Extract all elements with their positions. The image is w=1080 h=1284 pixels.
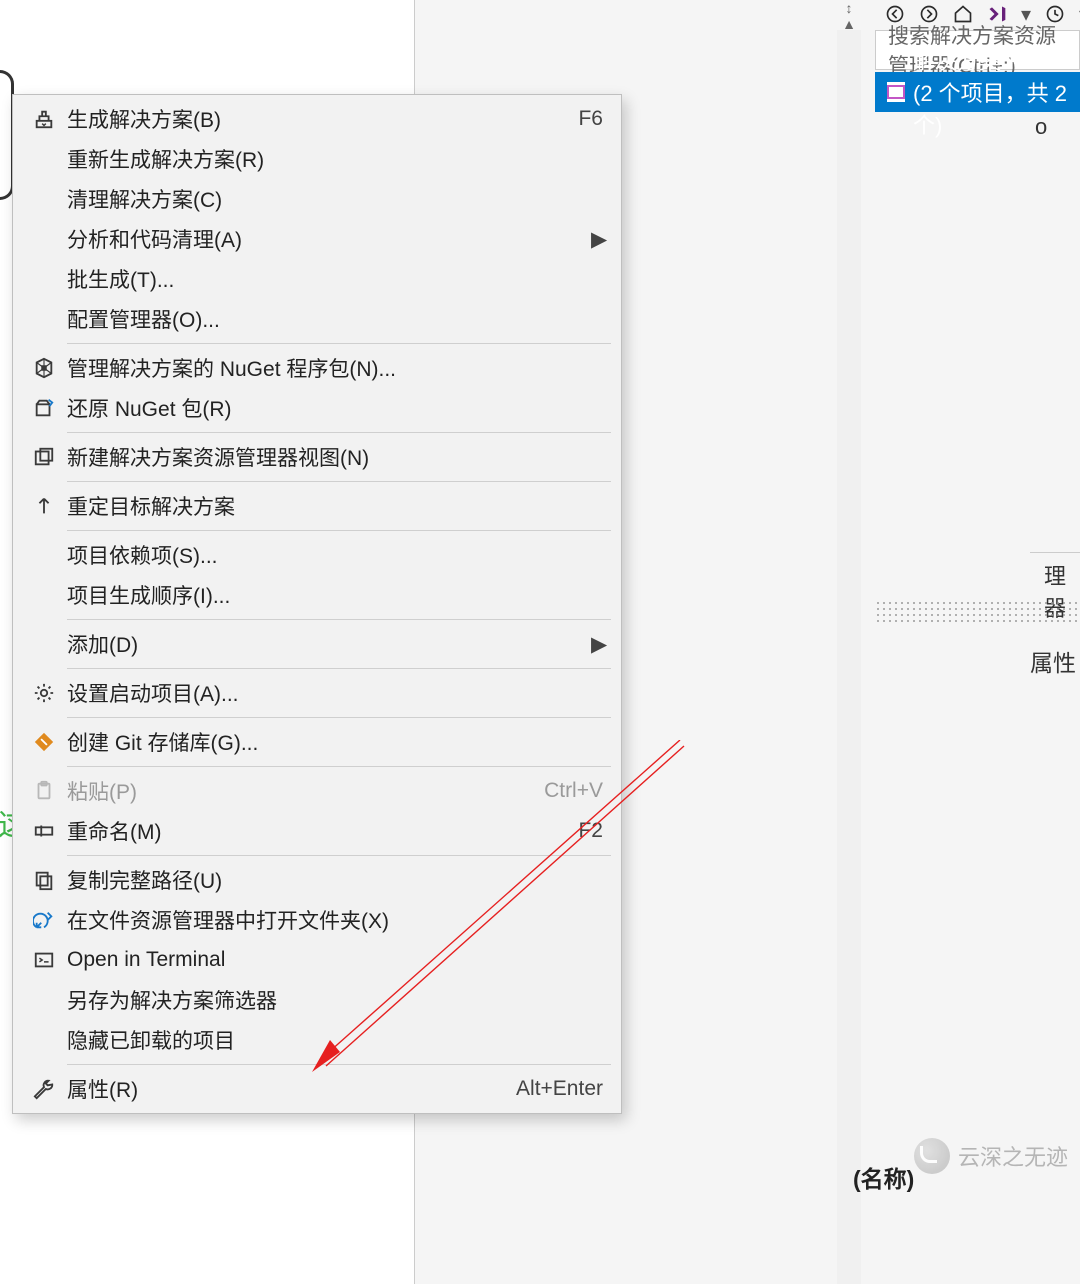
properties-header: 属性 (1030, 644, 1076, 678)
menu-separator (67, 668, 611, 669)
menu-item-4[interactable]: 批生成(T)... (13, 259, 621, 299)
menu-item-label: 粘贴(P) (67, 776, 524, 806)
menu-item-label: 新建解决方案资源管理器视图(N) (67, 442, 603, 472)
menu-item-label: 项目依赖项(S)... (67, 540, 603, 570)
menu-item-label: 设置启动项目(A)... (67, 678, 603, 708)
watermark: 云深之无迹 (914, 1138, 1068, 1174)
menu-item-label: 重新生成解决方案(R) (67, 144, 603, 174)
menu-item-19[interactable]: 设置启动项目(A)... (13, 673, 621, 713)
menu-separator (67, 481, 611, 482)
menu-item-shortcut: Alt+Enter (496, 1077, 603, 1101)
menu-separator (67, 432, 611, 433)
menu-item-17[interactable]: 添加(D)▶ (13, 624, 621, 664)
watermark-text: 云深之无迹 (958, 1140, 1068, 1172)
submenu-arrow-icon: ▶ (591, 632, 603, 657)
menu-separator (67, 1064, 611, 1065)
vertical-scrollbar[interactable] (837, 30, 861, 1284)
restore-icon (21, 397, 67, 419)
menu-separator (67, 619, 611, 620)
menu-item-label: 重定目标解决方案 (67, 491, 603, 521)
menu-item-27[interactable]: 在文件资源管理器中打开文件夹(X) (13, 900, 621, 940)
menu-item-shortcut: F6 (558, 107, 603, 131)
menu-item-28[interactable]: Open in Terminal (13, 940, 621, 980)
menu-item-label: 项目生成顺序(I)... (67, 580, 603, 610)
menu-item-8[interactable]: 还原 NuGet 包(R) (13, 388, 621, 428)
menu-item-32[interactable]: 属性(R)Alt+Enter (13, 1069, 621, 1109)
menu-item-label: 在文件资源管理器中打开文件夹(X) (67, 905, 603, 935)
menu-separator (67, 530, 611, 531)
menu-item-2[interactable]: 清理解决方案(C) (13, 179, 621, 219)
scroll-controls[interactable]: ↕ ▲ (835, 0, 863, 32)
solution-title: 解决方案"Hello"(2 个项目，共 2 个) (913, 44, 1080, 140)
menu-item-29[interactable]: 另存为解决方案筛选器 (13, 980, 621, 1020)
terminal-icon (21, 949, 67, 971)
panel-divider[interactable] (875, 600, 1080, 624)
copy-icon (21, 869, 67, 891)
menu-item-label: 清理解决方案(C) (67, 184, 603, 214)
panel-tabs: 理器 Git 更改 (1030, 552, 1080, 596)
prop-name-label: (名称) (853, 1160, 914, 1194)
retarget-icon (21, 495, 67, 517)
menu-item-7[interactable]: 管理解决方案的 NuGet 程序包(N)... (13, 348, 621, 388)
menu-separator (67, 343, 611, 344)
menu-item-label: 批生成(T)... (67, 264, 603, 294)
menu-item-label: 管理解决方案的 NuGet 程序包(N)... (67, 353, 603, 383)
menu-separator (67, 766, 611, 767)
solution-node[interactable]: 解决方案"Hello"(2 个项目，共 2 个) (875, 72, 1080, 112)
menu-item-1[interactable]: 重新生成解决方案(R) (13, 139, 621, 179)
menu-separator (67, 717, 611, 718)
menu-item-26[interactable]: 复制完整路径(U) (13, 860, 621, 900)
menu-item-label: 另存为解决方案筛选器 (67, 985, 603, 1015)
menu-item-label: 还原 NuGet 包(R) (67, 393, 603, 423)
menu-item-23: 粘贴(P)Ctrl+V (13, 771, 621, 811)
menu-item-5[interactable]: 配置管理器(O)... (13, 299, 621, 339)
paste-icon (21, 780, 67, 802)
menu-item-label: 分析和代码清理(A) (67, 224, 591, 254)
gear-icon (21, 682, 67, 704)
menu-item-0[interactable]: 生成解决方案(B)F6 (13, 99, 621, 139)
menu-separator (67, 855, 611, 856)
menu-item-label: 生成解决方案(B) (67, 104, 558, 134)
openfolder-icon (21, 909, 67, 931)
menu-item-12[interactable]: 重定目标解决方案 (13, 486, 621, 526)
menu-item-shortcut: F2 (558, 819, 603, 843)
menu-item-label: Open in Terminal (67, 948, 603, 972)
submenu-arrow-icon: ▶ (591, 227, 603, 252)
nuget-icon (21, 357, 67, 379)
menu-item-label: 重命名(M) (67, 816, 558, 846)
menu-item-label: 复制完整路径(U) (67, 865, 603, 895)
menu-item-label: 属性(R) (67, 1074, 496, 1104)
menu-item-14[interactable]: 项目依赖项(S)... (13, 535, 621, 575)
menu-item-label: 隐藏已卸载的项目 (67, 1025, 603, 1055)
context-menu: 生成解决方案(B)F6 重新生成解决方案(R) 清理解决方案(C) 分析和代码清理(A… (12, 94, 622, 1114)
menu-item-10[interactable]: 新建解决方案资源管理器视图(N) (13, 437, 621, 477)
wrench-icon (21, 1078, 67, 1100)
watermark-icon (914, 1138, 950, 1174)
menu-item-label: 配置管理器(O)... (67, 304, 603, 334)
menu-item-21[interactable]: 创建 Git 存储库(G)... (13, 722, 621, 762)
solution-icon (887, 82, 905, 102)
scroll-split-icon[interactable]: ↕ (835, 0, 863, 16)
menu-item-3[interactable]: 分析和代码清理(A)▶ (13, 219, 621, 259)
newview-icon (21, 446, 67, 468)
partial-text: o (1035, 114, 1047, 140)
menu-item-15[interactable]: 项目生成顺序(I)... (13, 575, 621, 615)
menu-item-shortcut: Ctrl+V (524, 779, 603, 803)
rename-icon (21, 820, 67, 842)
menu-item-24[interactable]: 重命名(M)F2 (13, 811, 621, 851)
menu-item-30[interactable]: 隐藏已卸载的项目 (13, 1020, 621, 1060)
tab-explorer[interactable]: 理器 (1030, 553, 1080, 596)
build-icon (21, 108, 67, 130)
menu-item-label: 创建 Git 存储库(G)... (67, 727, 603, 757)
menu-item-label: 添加(D) (67, 629, 591, 659)
git-icon (21, 731, 67, 753)
